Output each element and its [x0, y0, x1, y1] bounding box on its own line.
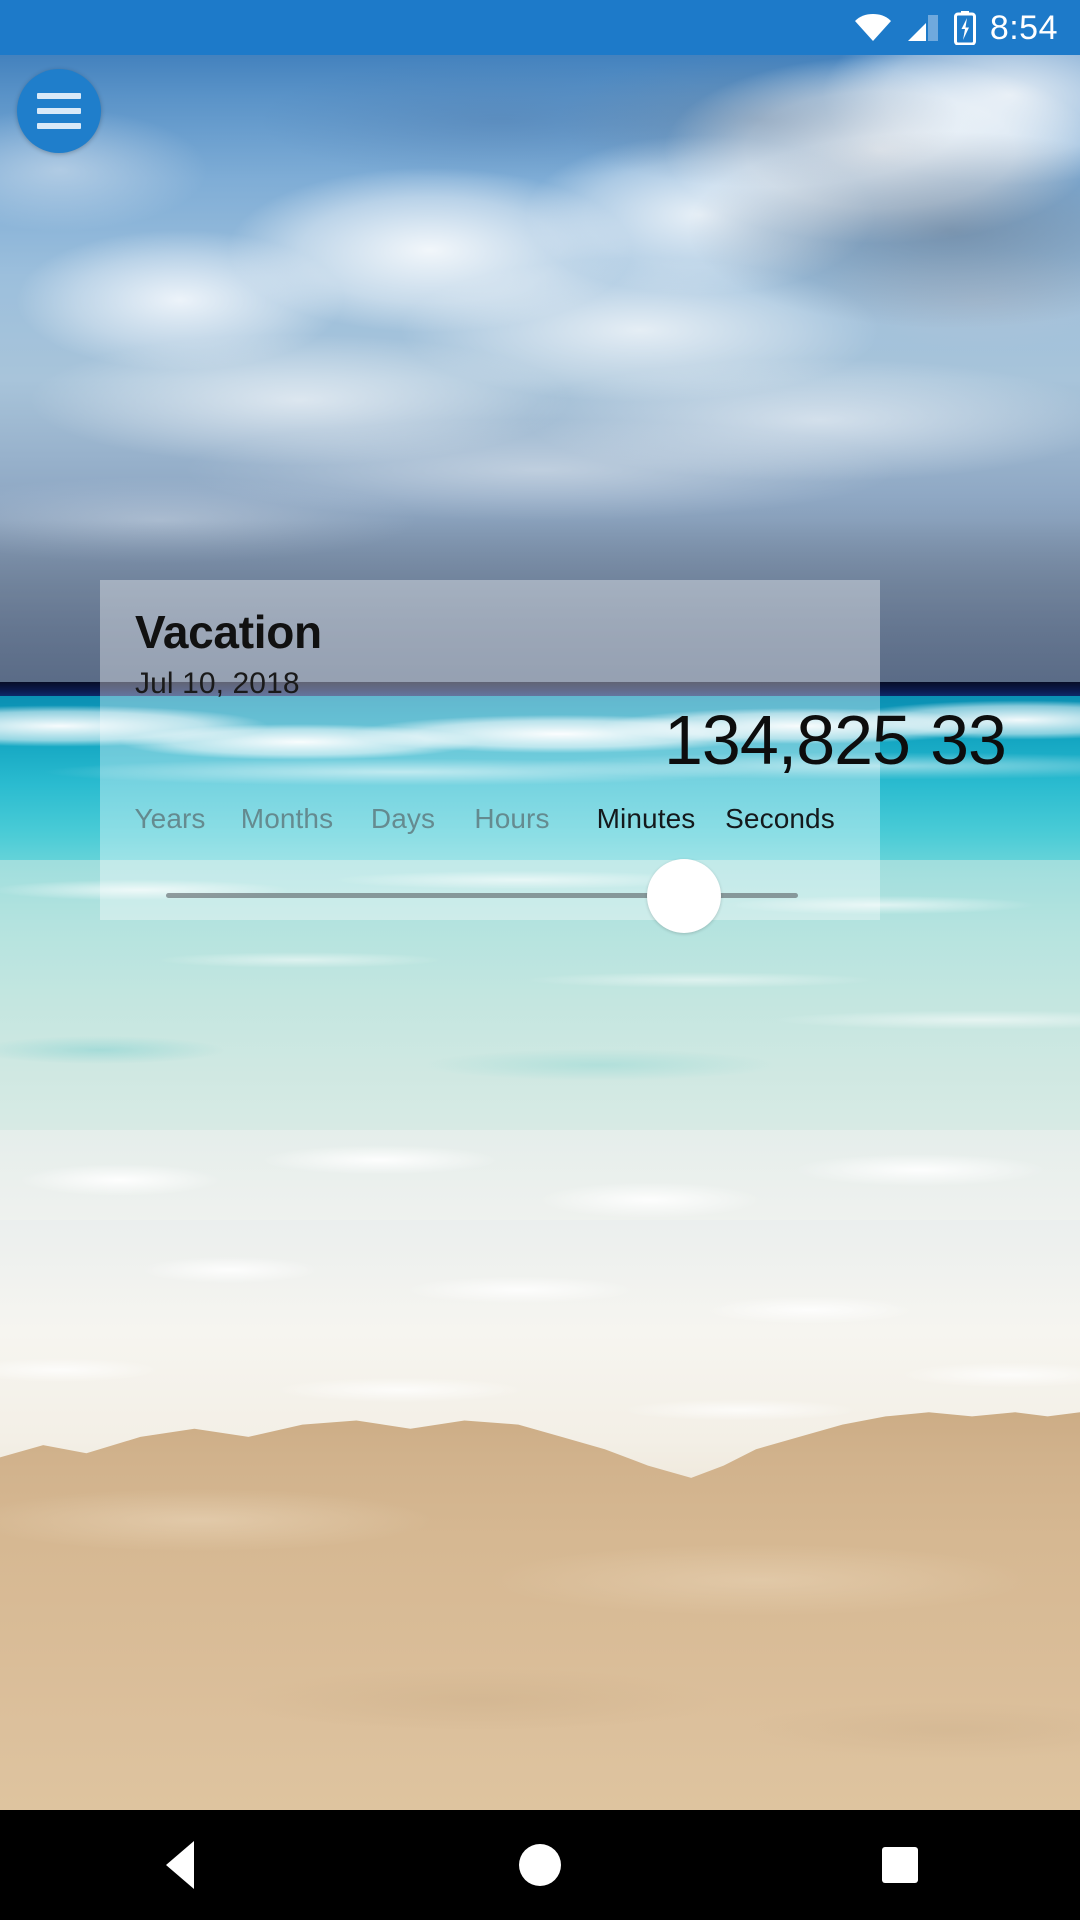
- menu-fab[interactable]: [17, 69, 101, 153]
- recents-button[interactable]: [830, 1810, 970, 1920]
- slider-thumb[interactable]: [647, 859, 722, 934]
- battery-charging-icon: [953, 10, 976, 45]
- cellular-signal-icon: [906, 13, 940, 43]
- countdown-label-hours[interactable]: Hours: [454, 803, 570, 835]
- android-screen: 8:54 Vacation Jul 10, 2018 134,825 33 Yea…: [0, 0, 1080, 1920]
- status-bar-clock: 8:54: [989, 8, 1058, 47]
- home-button[interactable]: [470, 1810, 610, 1920]
- status-bar: 8:54: [0, 0, 1080, 55]
- circle-home-icon: [519, 1844, 561, 1886]
- countdown-label-seconds[interactable]: Seconds: [722, 803, 838, 835]
- countdown-label-minutes[interactable]: Minutes: [570, 803, 722, 835]
- android-nav-bar: [0, 1810, 1080, 1920]
- sand-grain-texture: [0, 1412, 1080, 1810]
- square-recents-icon: [882, 1847, 918, 1883]
- back-button[interactable]: [110, 1810, 250, 1920]
- countdown-value-seconds: 33: [930, 701, 1007, 780]
- countdown-title: Vacation: [135, 606, 322, 658]
- hamburger-line-3: [37, 123, 81, 129]
- status-icons: [854, 10, 976, 45]
- hamburger-line-1: [37, 93, 81, 99]
- countdown-value-minutes: 134,825: [663, 701, 911, 780]
- hamburger-line-2: [37, 108, 81, 114]
- precision-slider[interactable]: [118, 859, 836, 934]
- countdown-label-days[interactable]: Days: [352, 803, 454, 835]
- countdown-date: Jul 10, 2018: [135, 667, 300, 701]
- countdown-label-years[interactable]: Years: [118, 803, 222, 835]
- triangle-back-icon: [166, 1841, 194, 1889]
- wifi-icon: [854, 13, 892, 43]
- countdown-card: Vacation Jul 10, 2018 134,825 33 Years Mon…: [100, 580, 1007, 934]
- countdown-label-months[interactable]: Months: [222, 803, 352, 835]
- countdown-values-row: 134,825 33: [118, 705, 1007, 791]
- countdown-labels-row: Years Months Days Hours Minutes Seconds: [118, 803, 836, 835]
